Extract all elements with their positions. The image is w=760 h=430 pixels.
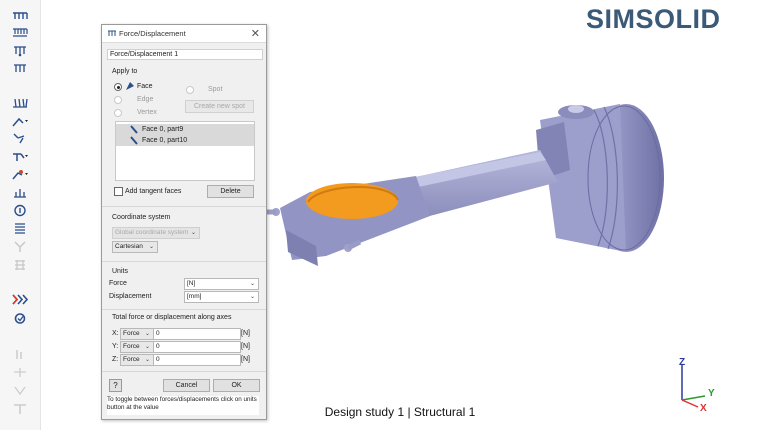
chevron-down-icon: ⌄	[144, 331, 150, 337]
settings-icon[interactable]	[11, 312, 29, 325]
hinge-support-icon[interactable]	[11, 115, 29, 128]
edge-label: Edge	[137, 96, 154, 103]
model-viewport[interactable]	[240, 60, 700, 310]
chevron-down-icon: ⌄	[144, 344, 150, 350]
face-label: Face	[137, 83, 153, 90]
list-item[interactable]: Face 0, part9	[116, 124, 254, 135]
divider	[102, 261, 266, 262]
chevron-down-icon: ⌄	[249, 281, 255, 287]
gravity-icon[interactable]	[11, 44, 29, 57]
triad-z-label: Z	[679, 357, 685, 368]
dialog-titlebar[interactable]: Force/Displacement ✕	[102, 25, 266, 43]
load-toolbar	[0, 0, 41, 430]
y-unit-label: [N]	[241, 343, 250, 350]
chevron-down-icon: ⌄	[190, 230, 196, 236]
spot-label: Spot	[208, 86, 223, 93]
displacement-unit-select[interactable]: [mm] ⌄	[184, 291, 259, 303]
pressure-icon[interactable]	[11, 26, 29, 39]
grid-icon[interactable]	[11, 258, 29, 271]
remote-load-icon[interactable]	[11, 240, 29, 253]
total-force-label: Total force or displacement along axes	[112, 314, 232, 321]
coordinate-system-select[interactable]: Global coordinate system ⌄	[112, 227, 200, 239]
spot-load-icon[interactable]	[11, 186, 29, 199]
face-icon	[126, 82, 134, 90]
y-value-input[interactable]: 0	[153, 341, 241, 353]
force-unit-select[interactable]: [N] ⌄	[184, 278, 259, 290]
selection-list[interactable]: Face 0, part9 Face 0, part10	[115, 121, 255, 181]
force-unit-value: [N]	[187, 280, 196, 287]
divider	[102, 309, 266, 310]
list-item-label: Face 0, part10	[142, 137, 188, 144]
delete-button[interactable]: Delete	[207, 185, 254, 198]
z-type-select[interactable]: Force ⌄	[120, 354, 154, 366]
face-icon	[130, 136, 138, 145]
z-value-input[interactable]: 0	[153, 354, 241, 366]
add-tangent-label: Add tangent faces	[125, 188, 182, 195]
force-icon	[108, 30, 116, 36]
connecting-rod[interactable]	[264, 150, 558, 266]
chevron-down-icon: ⌄	[144, 357, 150, 363]
z-unit-label: [N]	[241, 356, 250, 363]
y-type-value: Force	[123, 343, 140, 350]
gray-tool-b-icon[interactable]	[11, 366, 29, 379]
z-type-value: Force	[123, 356, 140, 363]
z-axis-label: Z:	[112, 356, 119, 363]
help-button[interactable]: ?	[109, 379, 122, 392]
spot-radio[interactable]	[186, 86, 194, 94]
units-label: Units	[112, 268, 128, 275]
triad-x-label: X	[700, 403, 707, 412]
force-unit-label: Force	[109, 280, 127, 287]
x-axis-label: X:	[112, 330, 119, 337]
force-displacement-dialog: Force/Displacement ✕ Force/Displacement …	[101, 24, 267, 420]
coordinate-system-value: Global coordinate system	[115, 229, 189, 236]
chevron-down-icon: ⌄	[148, 244, 154, 250]
fixed-support-icon[interactable]	[11, 96, 29, 109]
gray-tool-a-icon[interactable]	[11, 348, 29, 361]
chevron-down-icon: ⌄	[249, 294, 255, 300]
edge-radio[interactable]	[114, 96, 122, 104]
name-field[interactable]: Force/Displacement 1	[107, 49, 263, 60]
list-icon[interactable]	[11, 222, 29, 235]
y-type-select[interactable]: Force ⌄	[120, 341, 154, 353]
list-item[interactable]: Face 0, part10	[116, 135, 254, 146]
vertex-radio[interactable]	[114, 109, 122, 117]
x-value-input[interactable]: 0	[153, 328, 241, 340]
selected-face[interactable]	[306, 183, 399, 219]
triad-y-label: Y	[708, 388, 715, 399]
vertex-label: Vertex	[137, 109, 157, 116]
coordinate-type-select[interactable]: Cartesian ⌄	[112, 241, 158, 253]
cancel-button[interactable]: Cancel	[163, 379, 210, 392]
coordinate-system-label: Coordinate system	[112, 214, 171, 221]
bearing-load-icon[interactable]	[11, 168, 29, 181]
thermal-load-icon[interactable]	[11, 62, 29, 75]
create-spot-button[interactable]: Create new spot	[185, 100, 254, 113]
gray-tool-c-icon[interactable]	[11, 384, 29, 397]
bolt-load-icon[interactable]	[11, 132, 29, 145]
info-icon[interactable]	[11, 204, 29, 217]
dialog-title: Force/Displacement	[119, 29, 186, 38]
apply-to-label: Apply to	[112, 68, 138, 75]
displacement-unit-value: [mm]	[187, 293, 202, 300]
displacement-unit-label: Displacement	[109, 293, 152, 300]
spring-support-icon[interactable]	[11, 150, 29, 163]
coordinate-type-value: Cartesian	[115, 243, 143, 250]
x-unit-label: [N]	[241, 330, 250, 337]
list-item-label: Face 0, part9	[142, 126, 184, 133]
divider	[102, 206, 266, 207]
ok-button[interactable]: OK	[213, 379, 260, 392]
force-icon[interactable]	[11, 9, 29, 22]
app-logo: SIMSOLID	[586, 4, 721, 34]
divider	[102, 371, 266, 372]
y-axis-label: Y:	[112, 343, 119, 350]
face-icon	[130, 125, 138, 134]
face-radio[interactable]	[114, 83, 122, 91]
x-type-select[interactable]: Force ⌄	[120, 328, 154, 340]
axis-triad[interactable]: Z Y X	[660, 352, 720, 412]
add-tangent-checkbox[interactable]	[114, 187, 123, 196]
x-type-value: Force	[123, 330, 140, 337]
close-icon[interactable]: ✕	[251, 27, 260, 40]
solve-icon[interactable]	[11, 293, 29, 306]
hint-text: To toggle between forces/displacements c…	[107, 396, 259, 415]
